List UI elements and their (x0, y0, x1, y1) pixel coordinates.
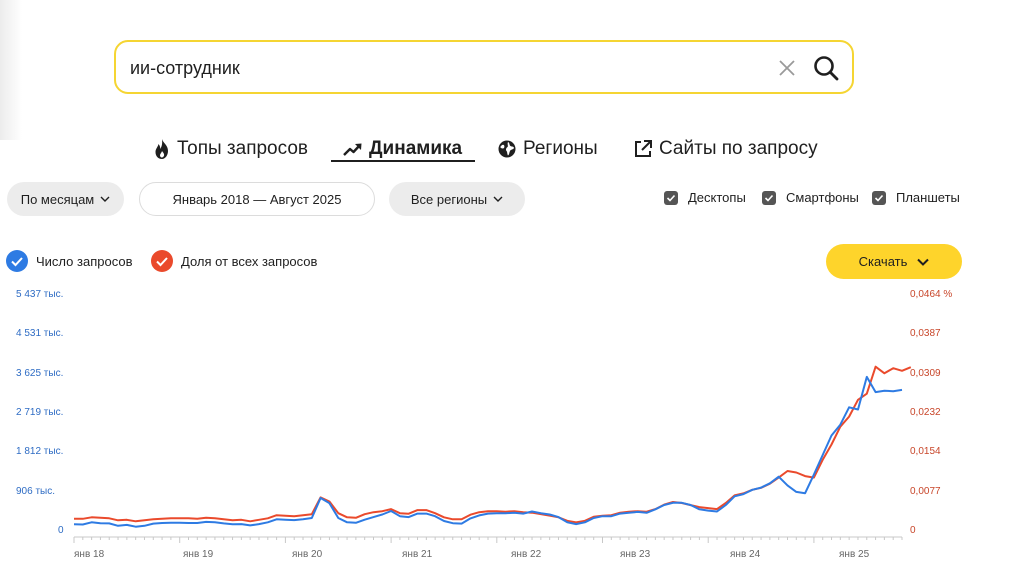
series-line-share (74, 365, 912, 524)
series-line-count (73, 375, 903, 528)
line-chart[interactable] (0, 0, 1024, 577)
